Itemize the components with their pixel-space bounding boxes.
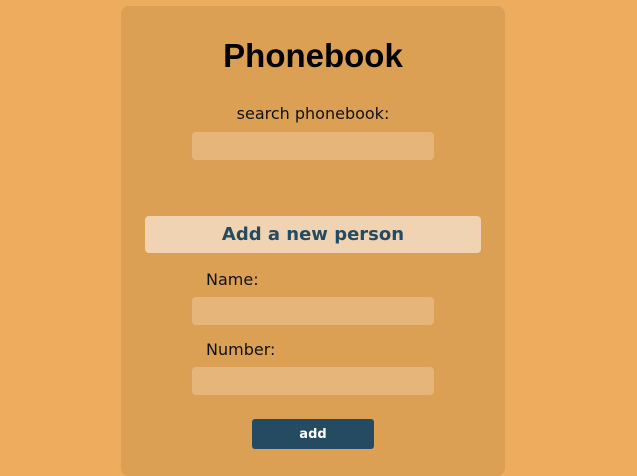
add-person-heading: Add a new person [145, 216, 481, 253]
name-label: Name: [206, 270, 259, 289]
phonebook-card: Phonebook search phonebook: Add a new pe… [121, 6, 505, 476]
number-label: Number: [206, 340, 276, 359]
name-field[interactable] [192, 297, 434, 325]
search-input[interactable] [192, 132, 434, 160]
search-label: search phonebook: [236, 104, 390, 123]
number-field[interactable] [192, 367, 434, 395]
add-button[interactable]: add [252, 419, 374, 449]
page-title: Phonebook [223, 37, 403, 74]
